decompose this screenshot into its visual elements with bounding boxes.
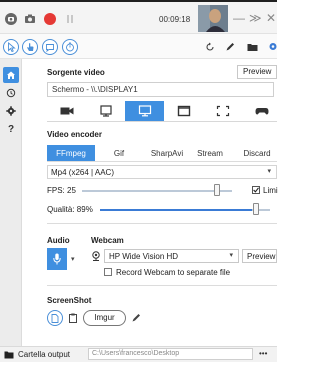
pen-icon[interactable] <box>131 313 141 323</box>
screenshot-icon[interactable] <box>24 13 36 25</box>
keystroke-icon[interactable] <box>42 39 58 55</box>
click-icon[interactable] <box>22 39 38 55</box>
title-bar: 00:09:18 — ≫ ✕ <box>0 0 277 34</box>
screenshot-title: ScreenShot <box>47 296 92 305</box>
output-folder-label: Cartella output <box>18 350 71 359</box>
audio-title: Audio <box>47 236 70 245</box>
record-icon[interactable] <box>44 13 56 25</box>
clipboard-icon[interactable] <box>68 313 78 323</box>
tool-bar <box>0 34 277 59</box>
webcam-device-value: HP Wide Vision HD <box>109 252 179 261</box>
microphone-icon <box>53 253 61 265</box>
video-source-title: Sorgente video <box>47 68 105 77</box>
microphone-button[interactable] <box>47 248 67 270</box>
video-encoder-title: Video encoder <box>47 130 102 139</box>
audio-dropdown-icon[interactable]: ▾ <box>71 255 75 263</box>
webcam-thumbnail[interactable] <box>198 5 228 32</box>
webcam-device-select[interactable]: HP Wide Vision HD ▾ <box>104 249 239 263</box>
limit-label: Limi <box>263 186 278 195</box>
fps-label: FPS: 25 <box>47 186 76 195</box>
home-icon[interactable] <box>3 67 19 83</box>
quality-slider-fill <box>100 209 252 211</box>
webcam-title: Webcam <box>91 236 124 245</box>
folder-icon[interactable] <box>247 42 258 52</box>
sidebar: ? <box>0 59 22 346</box>
encoder-tab-sharpavi[interactable]: SharpAvi <box>143 145 191 161</box>
output-path-field[interactable]: C:\Users\francesco\Desktop <box>88 348 253 360</box>
chevron-down-icon: ▾ <box>267 168 271 175</box>
refresh-icon[interactable] <box>205 42 215 52</box>
camera-icon[interactable] <box>5 13 17 25</box>
close-button[interactable]: ✕ <box>266 12 276 24</box>
video-source-field[interactable]: Schermo - \\.\DISPLAY1 <box>47 82 274 97</box>
separate-file-label: Record Webcam to separate file <box>116 268 231 277</box>
encoder-tab-ffmpeg[interactable]: FFmpeg <box>47 145 95 161</box>
encoder-tab-stream[interactable]: Stream <box>186 145 234 161</box>
quality-label: Qualità: 89% <box>47 205 93 214</box>
settings-icon[interactable] <box>3 103 19 119</box>
fps-slider-track[interactable] <box>82 190 232 192</box>
video-source-screen-tab[interactable] <box>125 101 164 121</box>
imgur-button[interactable]: Imgur <box>83 310 126 326</box>
preview-button[interactable]: Preview <box>237 65 277 79</box>
divider <box>47 161 277 162</box>
folder-icon[interactable] <box>4 351 14 359</box>
fps-slider-thumb[interactable] <box>214 184 220 196</box>
divider <box>47 223 277 224</box>
minimize-button[interactable]: — <box>233 12 245 24</box>
video-source-gamepad-tab[interactable] <box>242 101 281 121</box>
browse-output-button[interactable]: ••• <box>259 349 267 358</box>
chevron-down-icon: ▾ <box>229 252 233 259</box>
collapse-button[interactable]: ≫ <box>249 12 262 24</box>
video-source-region-tab[interactable] <box>203 101 242 121</box>
video-source-window-tab[interactable] <box>86 101 125 121</box>
screenshot-save-icon[interactable] <box>47 310 63 326</box>
divider <box>47 121 277 122</box>
limit-checkbox[interactable] <box>252 186 260 194</box>
pause-icon[interactable] <box>64 13 76 25</box>
recording-timer: 00:09:18 <box>159 15 191 24</box>
quality-slider-thumb[interactable] <box>253 203 259 215</box>
codec-select[interactable]: Mp4 (x264 | AAC) ▾ <box>47 165 277 179</box>
webcam-preview-button[interactable]: Preview <box>242 249 277 263</box>
gear-icon[interactable] <box>267 41 277 52</box>
divider <box>47 285 277 286</box>
video-source-camera-tab[interactable] <box>47 101 86 121</box>
timer-icon[interactable] <box>62 39 78 55</box>
encoder-tab-gif[interactable]: Gif <box>95 145 143 161</box>
codec-value: Mp4 (x264 | AAC) <box>51 168 114 177</box>
video-source-fullscreen-tab[interactable] <box>164 101 203 121</box>
history-icon[interactable] <box>3 85 19 101</box>
pen-icon[interactable] <box>225 42 235 52</box>
webcam-icon <box>91 251 101 261</box>
encoder-tab-discard[interactable]: Discard <box>233 145 281 161</box>
cursor-icon[interactable] <box>3 39 19 55</box>
help-icon[interactable]: ? <box>3 121 19 137</box>
separate-file-checkbox[interactable] <box>104 268 112 276</box>
